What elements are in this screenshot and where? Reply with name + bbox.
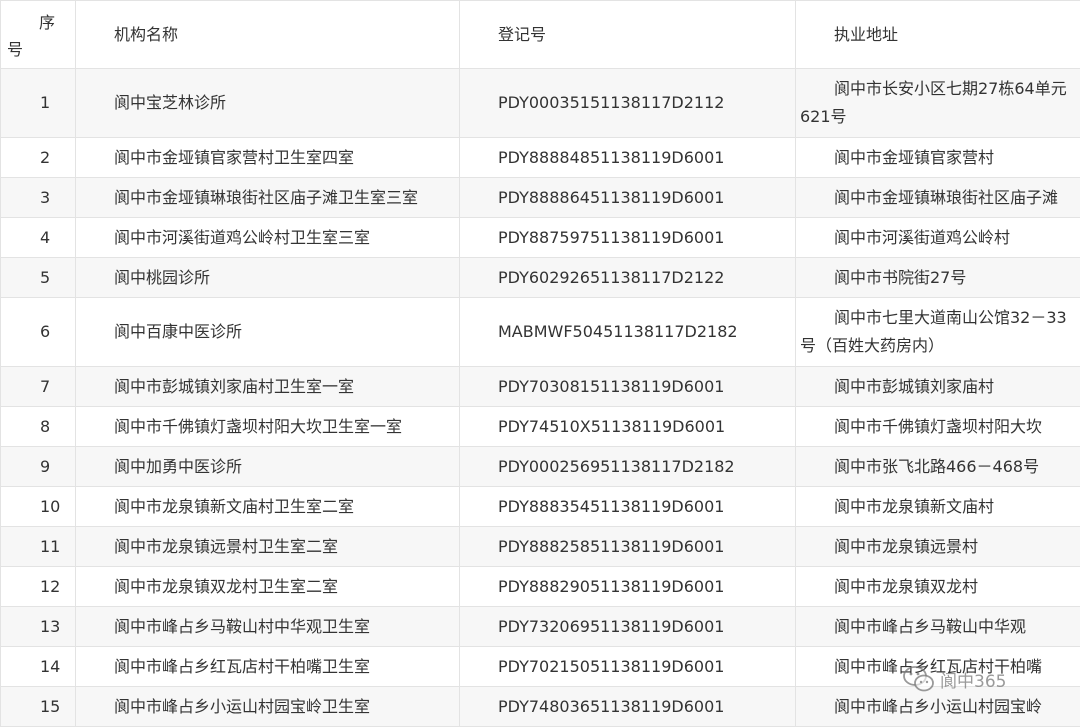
reg-no: PDY00035151138117D2112 (460, 69, 796, 138)
row-no: 5 (1, 258, 76, 298)
table-row: 5 阆中桃园诊所 PDY60292651138117D2122 阆中市书院街27… (1, 258, 1080, 298)
address: 阆中市彭城镇刘家庙村 (796, 367, 1080, 407)
address: 阆中市峰占乡小运山村园宝岭 (796, 687, 1080, 727)
table-row: 4 阆中市河溪街道鸡公岭村卫生室三室 PDY88759751138119D600… (1, 218, 1080, 258)
address: 阆中市千佛镇灯盏坝村阳大坎 (796, 407, 1080, 447)
table-row: 8 阆中市千佛镇灯盏坝村阳大坎卫生室一室 PDY74510X51138119D6… (1, 407, 1080, 447)
row-no: 7 (1, 367, 76, 407)
org-name: 阆中市龙泉镇双龙村卫生室二室 (76, 567, 460, 607)
address: 阆中市书院街27号 (796, 258, 1080, 298)
address: 阆中市七里大道南山公馆32－33号（百姓大药房内） (796, 298, 1080, 367)
reg-no: PDY73206951138119D6001 (460, 607, 796, 647)
row-no: 9 (1, 447, 76, 487)
reg-no: PDY000256951138117D2182 (460, 447, 796, 487)
table-row: 11 阆中市龙泉镇远景村卫生室二室 PDY88825851138119D6001… (1, 527, 1080, 567)
reg-no: PDY88884851138119D6001 (460, 138, 796, 178)
table-row: 7 阆中市彭城镇刘家庙村卫生室一室 PDY70308151138119D6001… (1, 367, 1080, 407)
table-row: 1 阆中宝芝林诊所 PDY00035151138117D2112 阆中市长安小区… (1, 69, 1080, 138)
reg-no: MABMWF50451138117D2182 (460, 298, 796, 367)
reg-no: PDY88759751138119D6001 (460, 218, 796, 258)
address: 阆中市长安小区七期27栋64单元621号 (796, 69, 1080, 138)
header-org-name: 机构名称 (76, 1, 460, 69)
header-reg-no: 登记号 (460, 1, 796, 69)
row-no: 3 (1, 178, 76, 218)
row-no: 4 (1, 218, 76, 258)
address: 阆中市张飞北路466－468号 (796, 447, 1080, 487)
table-row: 13 阆中市峰占乡马鞍山村中华观卫生室 PDY73206951138119D60… (1, 607, 1080, 647)
row-no: 10 (1, 487, 76, 527)
table-row: 15 阆中市峰占乡小运山村园宝岭卫生室 PDY74803651138119D60… (1, 687, 1080, 727)
reg-no: PDY70215051138119D6001 (460, 647, 796, 687)
org-name: 阆中市河溪街道鸡公岭村卫生室三室 (76, 218, 460, 258)
org-name: 阆中市彭城镇刘家庙村卫生室一室 (76, 367, 460, 407)
org-name: 阆中市龙泉镇远景村卫生室二室 (76, 527, 460, 567)
org-name: 阆中百康中医诊所 (76, 298, 460, 367)
org-name: 阆中市金垭镇琳琅街社区庙子滩卫生室三室 (76, 178, 460, 218)
reg-no: PDY88829051138119D6001 (460, 567, 796, 607)
address: 阆中市金垭镇官家营村 (796, 138, 1080, 178)
row-no: 8 (1, 407, 76, 447)
address: 阆中市龙泉镇远景村 (796, 527, 1080, 567)
row-no: 14 (1, 647, 76, 687)
row-no: 15 (1, 687, 76, 727)
row-no: 2 (1, 138, 76, 178)
address: 阆中市河溪街道鸡公岭村 (796, 218, 1080, 258)
org-name: 阆中市峰占乡马鞍山村中华观卫生室 (76, 607, 460, 647)
header-seq-no: 序 号 (1, 1, 76, 69)
header-row: 序 号 机构名称 登记号 执业地址 (1, 1, 1080, 69)
header-address: 执业地址 (796, 1, 1080, 69)
address: 阆中市峰占乡红瓦店村干柏嘴 (796, 647, 1080, 687)
row-no: 11 (1, 527, 76, 567)
header-seq-no-line1: 序 (39, 9, 55, 37)
row-no: 1 (1, 69, 76, 138)
table-row: 14 阆中市峰占乡红瓦店村干柏嘴卫生室 PDY70215051138119D60… (1, 647, 1080, 687)
table-row: 3 阆中市金垭镇琳琅街社区庙子滩卫生室三室 PDY88886451138119D… (1, 178, 1080, 218)
org-name: 阆中市峰占乡小运山村园宝岭卫生室 (76, 687, 460, 727)
header-seq-no-line2: 号 (7, 36, 23, 64)
org-name: 阆中市峰占乡红瓦店村干柏嘴卫生室 (76, 647, 460, 687)
row-no: 12 (1, 567, 76, 607)
row-no: 13 (1, 607, 76, 647)
org-name: 阆中桃园诊所 (76, 258, 460, 298)
reg-no: PDY88835451138119D6001 (460, 487, 796, 527)
table-row: 2 阆中市金垭镇官家营村卫生室四室 PDY88884851138119D6001… (1, 138, 1080, 178)
table-row: 9 阆中加勇中医诊所 PDY000256951138117D2182 阆中市张飞… (1, 447, 1080, 487)
org-name: 阆中市千佛镇灯盏坝村阳大坎卫生室一室 (76, 407, 460, 447)
address: 阆中市龙泉镇新文庙村 (796, 487, 1080, 527)
address: 阆中市峰占乡马鞍山中华观 (796, 607, 1080, 647)
org-name: 阆中宝芝林诊所 (76, 69, 460, 138)
org-name: 阆中市龙泉镇新文庙村卫生室二室 (76, 487, 460, 527)
reg-no: PDY88886451138119D6001 (460, 178, 796, 218)
reg-no: PDY60292651138117D2122 (460, 258, 796, 298)
row-no: 6 (1, 298, 76, 367)
table-row: 10 阆中市龙泉镇新文庙村卫生室二室 PDY88835451138119D600… (1, 487, 1080, 527)
reg-no: PDY74510X51138119D6001 (460, 407, 796, 447)
reg-no: PDY74803651138119D6001 (460, 687, 796, 727)
org-name: 阆中加勇中医诊所 (76, 447, 460, 487)
table-row: 6 阆中百康中医诊所 MABMWF50451138117D2182 阆中市七里大… (1, 298, 1080, 367)
address: 阆中市金垭镇琳琅街社区庙子滩 (796, 178, 1080, 218)
reg-no: PDY70308151138119D6001 (460, 367, 796, 407)
registry-table: 序 号 机构名称 登记号 执业地址 1 阆中宝芝林诊所 PDY000351511… (0, 0, 1080, 727)
table-row: 12 阆中市龙泉镇双龙村卫生室二室 PDY88829051138119D6001… (1, 567, 1080, 607)
org-name: 阆中市金垭镇官家营村卫生室四室 (76, 138, 460, 178)
address: 阆中市龙泉镇双龙村 (796, 567, 1080, 607)
reg-no: PDY88825851138119D6001 (460, 527, 796, 567)
